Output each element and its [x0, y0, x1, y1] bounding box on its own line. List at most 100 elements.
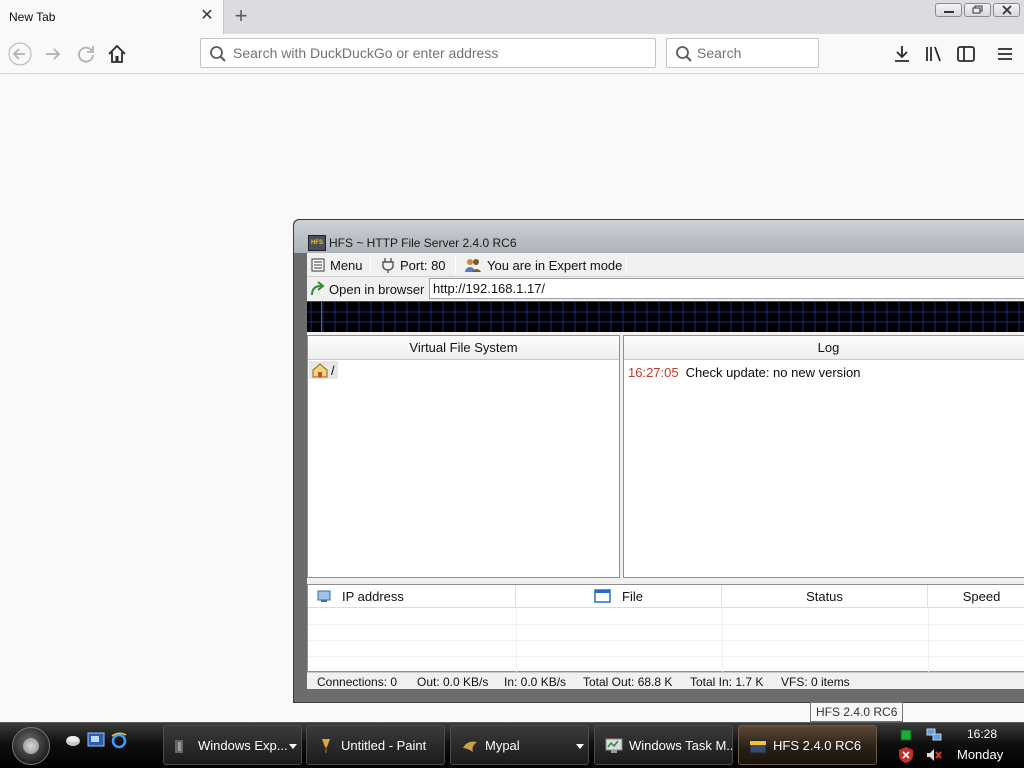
search-icon: [210, 46, 226, 62]
task-mypal[interactable]: Mypal: [450, 725, 589, 765]
vfs-header: Virtual File System: [308, 336, 619, 360]
start-button[interactable]: [12, 727, 50, 765]
column-ip-address[interactable]: IP address: [308, 585, 516, 608]
task-label: Untitled - Paint: [341, 738, 427, 753]
graph-grid: [307, 302, 1024, 332]
task-hfs[interactable]: HFS 2.4.0 RC6: [738, 725, 877, 765]
task-label: Windows Exp...: [198, 738, 288, 753]
folder-icon: [175, 740, 183, 753]
grid-line: [308, 640, 1024, 641]
switch-windows-icon[interactable]: [87, 731, 105, 749]
address-bar[interactable]: [200, 38, 656, 68]
search-bar[interactable]: [666, 38, 819, 68]
show-desktop-icon[interactable]: [64, 731, 82, 749]
connections-header: IP address File Status Speed: [308, 585, 1024, 608]
grid-line: [722, 608, 723, 672]
hfs-toolbar: Menu Port: 80 You are in Expert mode: [307, 253, 1024, 277]
tab-bar: New Tab ✕ +: [0, 0, 1024, 34]
minimize-button[interactable]: [935, 3, 962, 17]
menu-button[interactable]: Menu: [307, 255, 367, 275]
address-input[interactable]: [233, 39, 651, 67]
home-folder-icon: [312, 363, 328, 378]
forward-arrow-icon: [46, 48, 61, 60]
grid-line: [928, 608, 929, 672]
security-shield-icon[interactable]: [898, 746, 914, 764]
grid-line: [308, 624, 1024, 625]
hfs-window-title: HFS ~ HTTP File Server 2.4.0 RC6: [329, 236, 517, 250]
toolbar-separator: [455, 256, 456, 274]
plug-icon: [382, 258, 394, 273]
bandwidth-graph: [307, 301, 1024, 332]
taskbar: Windows Exp... Untitled - Paint Mypal Wi…: [0, 722, 1024, 768]
port-button[interactable]: Port: 80: [377, 255, 450, 275]
log-header: Log: [624, 336, 1024, 360]
hfs-window[interactable]: HFS HFS ~ HTTP File Server 2.4.0 RC6 Men…: [293, 219, 1024, 703]
chevron-down-icon[interactable]: [289, 744, 297, 749]
hfs-title-bar[interactable]: HFS HFS ~ HTTP File Server 2.4.0 RC6: [294, 220, 1024, 253]
column-ip-address-label: IP address: [342, 589, 404, 604]
close-tab-icon[interactable]: ✕: [199, 8, 215, 24]
column-status[interactable]: Status: [722, 585, 928, 608]
paint-icon: [322, 739, 330, 753]
status-out-speed: Out: 0.0 KB/s: [417, 675, 489, 689]
minimize-icon: [944, 11, 954, 13]
taskbar-tooltip: HFS 2.4.0 RC6: [810, 702, 904, 722]
server-url-field[interactable]: http://192.168.1.17/: [429, 278, 1024, 299]
library-button[interactable]: [922, 42, 946, 66]
task-paint[interactable]: Untitled - Paint: [306, 725, 445, 765]
reload-button[interactable]: [74, 42, 98, 66]
toolbar-separator: [626, 256, 627, 274]
hfs-icon: [749, 740, 767, 754]
status-total-in: Total In: 1.7 K: [690, 675, 764, 689]
tab-new-tab[interactable]: New Tab ✕: [0, 0, 224, 34]
forward-button[interactable]: [41, 42, 65, 66]
log-entry: 16:27:05 Check update: no new version: [628, 365, 861, 380]
vfs-root-item[interactable]: /: [309, 361, 338, 379]
mode-button[interactable]: You are in Expert mode: [460, 255, 626, 275]
hfs-client-area: Menu Port: 80 You are in Expert mode Ope…: [307, 253, 1024, 689]
log-entry-time: 16:27:05: [628, 365, 679, 380]
clock-time[interactable]: 16:28: [967, 727, 997, 741]
hfs-status-bar: Connections: 0 Out: 0.0 KB/s In: 0.0 KB/…: [307, 672, 1024, 689]
restore-icon: [972, 5, 983, 14]
grid-line: [308, 656, 1024, 657]
back-button[interactable]: [8, 42, 32, 66]
clock-day[interactable]: Monday: [957, 747, 1003, 762]
vfs-root-label: /: [331, 362, 335, 378]
downloads-button[interactable]: [890, 42, 914, 66]
column-speed-label: Speed: [962, 589, 1001, 604]
status-total-out: Total Out: 68.8 K: [583, 675, 673, 689]
search-input[interactable]: [697, 39, 815, 67]
network-tray-icon[interactable]: [925, 727, 943, 743]
internet-explorer-icon[interactable]: [110, 731, 128, 749]
mypal-icon: [463, 741, 477, 752]
home-icon: [108, 44, 126, 63]
column-speed[interactable]: Speed: [928, 585, 1024, 608]
sidebar-button[interactable]: [954, 42, 978, 66]
menu-button[interactable]: [993, 42, 1017, 66]
green-square-tray-icon[interactable]: [898, 727, 914, 743]
new-tab-plus-icon[interactable]: +: [230, 5, 252, 28]
column-status-label: Status: [806, 589, 843, 604]
chevron-down-icon[interactable]: [576, 744, 584, 749]
restore-button[interactable]: [964, 3, 991, 17]
log-panel[interactable]: Log 16:27:05 Check update: no new version: [623, 335, 1024, 578]
task-windows-explorer[interactable]: Windows Exp...: [163, 725, 302, 765]
virtual-file-system-panel[interactable]: Virtual File System /: [307, 335, 620, 578]
mode-label: You are in Expert mode: [487, 257, 623, 273]
column-file-label: File: [622, 589, 643, 604]
task-task-manager[interactable]: Windows Task M...: [594, 725, 733, 765]
task-label: HFS 2.4.0 RC6: [773, 738, 862, 753]
network-icon: [317, 590, 331, 602]
open-in-browser-button[interactable]: Open in browser: [309, 279, 424, 299]
users-icon: [465, 259, 481, 272]
window-close-button[interactable]: [993, 3, 1020, 17]
column-file[interactable]: File: [516, 585, 722, 608]
open-arrow-icon: [311, 281, 325, 296]
home-button[interactable]: [105, 42, 129, 66]
graph-cursor: [321, 302, 322, 332]
menu-icon: [311, 258, 325, 272]
connections-panel[interactable]: IP address File Status Speed: [307, 584, 1024, 672]
grid-line: [516, 608, 517, 672]
volume-muted-icon[interactable]: [925, 747, 943, 763]
